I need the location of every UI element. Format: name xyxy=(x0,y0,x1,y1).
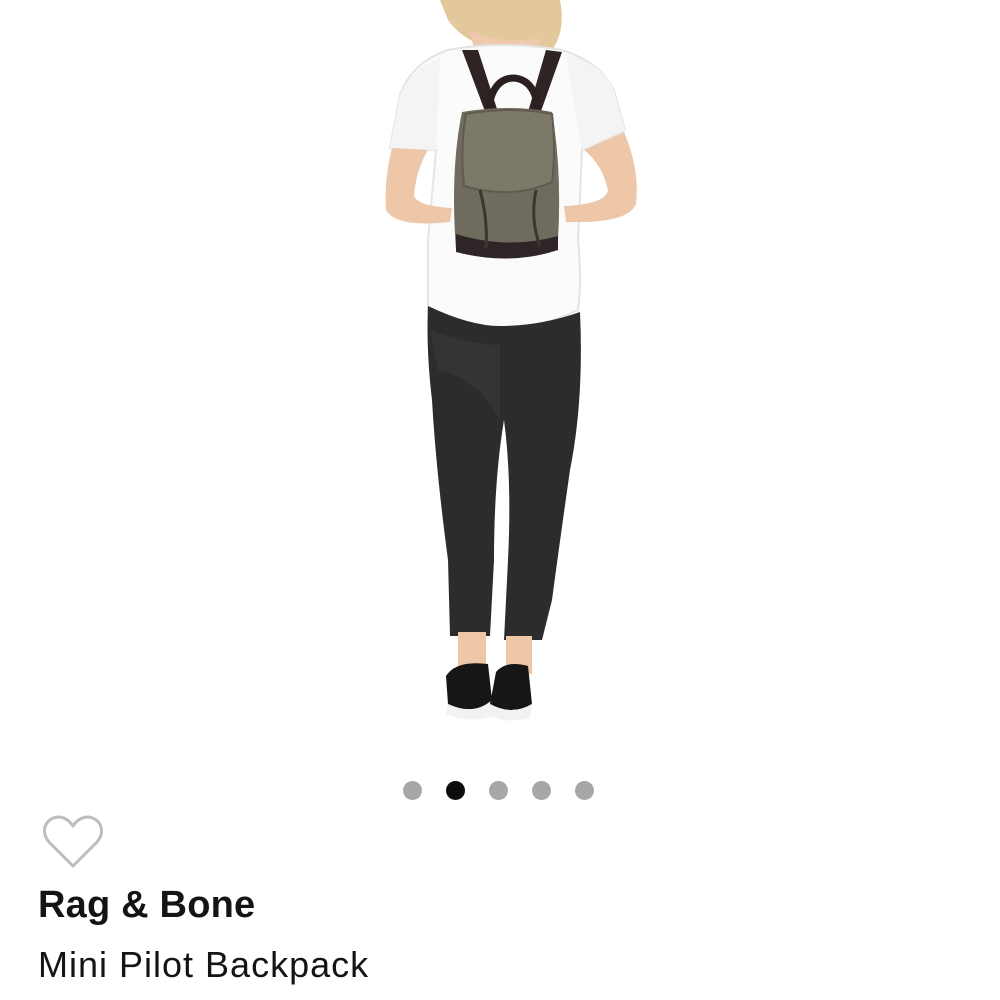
carousel-dot-5[interactable] xyxy=(575,781,594,800)
product-image[interactable] xyxy=(0,0,1000,740)
product-name: Mini Pilot Backpack xyxy=(38,944,370,985)
product-brand: Rag & Bone xyxy=(38,884,256,926)
heart-outline-icon[interactable] xyxy=(42,814,104,870)
product-page: Rag & Bone Mini Pilot Backpack xyxy=(0,0,1000,1000)
carousel-dots-group xyxy=(403,781,594,800)
carousel-dot-2[interactable] xyxy=(446,781,465,800)
carousel-pagination xyxy=(0,781,1000,801)
carousel-dot-3[interactable] xyxy=(489,781,508,800)
carousel-dot-4[interactable] xyxy=(532,781,551,800)
carousel-dot-1[interactable] xyxy=(403,781,422,800)
